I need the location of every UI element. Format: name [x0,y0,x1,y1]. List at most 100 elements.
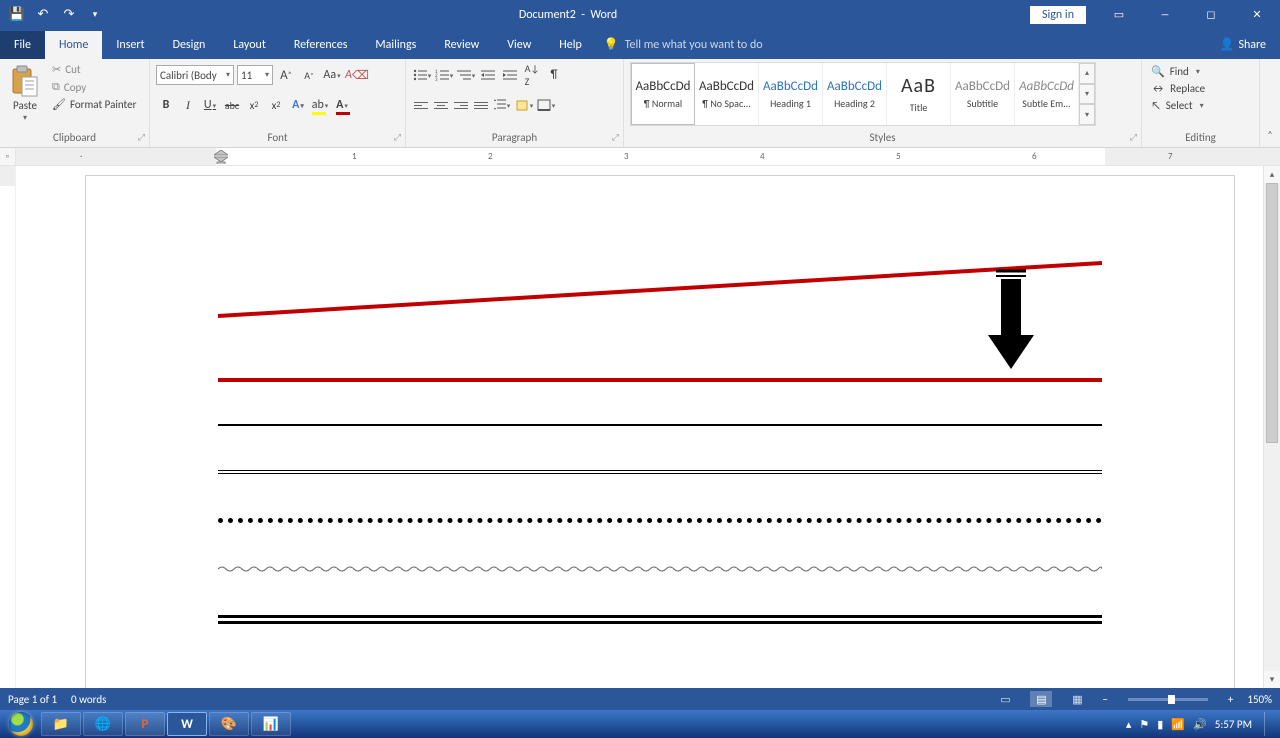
print-layout-icon[interactable]: ▤ [1030,691,1052,707]
find-button[interactable]: 🔍Find▾ [1148,64,1208,79]
signin-button[interactable]: Sign in [1030,6,1086,24]
style-heading2[interactable]: AaBbCcDdHeading 2 [823,63,887,125]
web-layout-icon[interactable]: ▦ [1066,691,1088,707]
style-nospacing[interactable]: AaBbCcDd¶ No Spac... [695,63,759,125]
multilevel-list-button[interactable]: ▾ [456,65,476,85]
tab-mailings[interactable]: Mailings [361,31,430,59]
taskbar-explorer[interactable]: 📁 [41,712,81,736]
style-subtitle[interactable]: AaBbCcDdSubtitle [951,63,1015,125]
tab-layout[interactable]: Layout [219,31,280,59]
page-status[interactable]: Page 1 of 1 [8,693,57,706]
collapse-ribbon-icon[interactable]: ˄ [1260,59,1280,147]
taskbar-chrome[interactable]: 🌐 [83,712,123,736]
clear-formatting-button[interactable]: A⌫ [345,65,369,85]
tell-me[interactable]: 💡 Tell me what you want to do [596,30,771,59]
font-launcher-icon[interactable]: ⤢ [394,132,401,143]
change-case-button[interactable]: Aa▾ [322,65,342,85]
zoom-slider[interactable] [1128,698,1208,701]
font-size-combo[interactable]: 11▾ [237,65,273,85]
shading-button[interactable]: ▾ [514,95,534,115]
tray-expand-icon[interactable]: ▴ [1126,718,1132,731]
styles-launcher-icon[interactable]: ⤢ [1130,132,1137,143]
horizontal-ruler[interactable]: · 1 2 3 4 5 6 7 [16,148,1280,165]
tab-file[interactable]: File [0,31,45,59]
tray-flag-icon[interactable]: ⚑ [1139,718,1149,731]
highlight-button[interactable]: ab▾ [310,95,330,115]
style-normal[interactable]: AaBbCcDd¶ Normal [631,63,695,125]
zoom-out-button[interactable]: − [1102,693,1107,706]
copy-button[interactable]: ⧉Copy [50,79,138,95]
font-color-button[interactable]: A▾ [332,95,352,115]
show-marks-button[interactable]: ¶ [544,65,564,85]
numbering-button[interactable]: 123▾ [434,65,454,85]
tab-help[interactable]: Help [545,31,596,59]
styles-scroll-up-icon[interactable]: ▴ [1079,63,1095,84]
show-desktop-button[interactable] [1264,712,1274,736]
tab-design[interactable]: Design [159,31,220,59]
zoom-level[interactable]: 150% [1247,693,1272,706]
paste-button[interactable]: Paste ▾ [6,62,44,123]
styles-scroll-down-icon[interactable]: ▾ [1079,84,1095,105]
styles-more-icon[interactable]: ▾ [1079,104,1095,125]
taskbar-app2[interactable]: 📊 [251,712,291,736]
style-title[interactable]: AaBTitle [887,63,951,125]
replace-button[interactable]: ↔Replace [1148,81,1208,96]
tray-clock[interactable]: 5:57 PM [1215,718,1252,731]
align-left-button[interactable] [412,96,430,114]
qat-dropdown-icon[interactable]: ▾ [84,4,106,26]
subscript-button[interactable]: x2 [244,95,264,115]
style-heading1[interactable]: AaBbCcDdHeading 1 [759,63,823,125]
ruler-corner[interactable]: ▫ [0,148,16,165]
ribbon-display-icon[interactable]: ▭ [1096,0,1142,29]
align-right-button[interactable] [452,96,470,114]
borders-button[interactable]: ▾ [536,95,556,115]
word-count[interactable]: 0 words [71,693,106,706]
document-viewport[interactable] [16,166,1263,688]
clipboard-launcher-icon[interactable]: ⤢ [138,132,145,143]
tray-network-icon[interactable]: 📶 [1171,718,1185,731]
select-button[interactable]: ↖Select▾ [1148,98,1208,113]
undo-icon[interactable]: ↶ [32,4,54,26]
share-button[interactable]: 👤 Share [1205,30,1280,59]
tab-home[interactable]: Home [45,31,102,59]
underline-button[interactable]: U▾ [200,95,220,115]
italic-button[interactable]: I [178,95,198,115]
taskbar-app1[interactable]: 🎨 [209,712,249,736]
strikethrough-button[interactable]: abc [222,95,242,115]
minimize-button[interactable]: ― [1142,0,1188,29]
cut-button[interactable]: ✂Cut [50,62,138,77]
save-icon[interactable]: 💾 [6,4,28,26]
taskbar-powerpoint[interactable]: P [125,712,165,736]
styles-gallery[interactable]: AaBbCcDd¶ Normal AaBbCcDd¶ No Spac... Aa… [630,62,1096,126]
close-button[interactable]: ✕ [1234,0,1280,29]
tray-battery-icon[interactable]: ▮ [1157,718,1163,731]
font-name-combo[interactable]: Calibri (Body▾ [156,65,234,85]
zoom-in-button[interactable]: + [1228,693,1233,706]
vertical-ruler[interactable] [0,166,16,688]
maximize-button[interactable]: ◻ [1188,0,1234,29]
decrease-indent-button[interactable] [478,65,498,85]
style-subtle-emphasis[interactable]: AaBbCcDdSubtle Em... [1015,63,1079,125]
bold-button[interactable]: B [156,95,176,115]
tab-insert[interactable]: Insert [102,31,158,59]
superscript-button[interactable]: x2 [266,95,286,115]
scroll-down-icon[interactable]: ▾ [1264,671,1280,688]
redo-icon[interactable]: ↷ [58,4,80,26]
scroll-up-icon[interactable]: ▴ [1264,166,1280,183]
paragraph-launcher-icon[interactable]: ⤢ [612,132,619,143]
bullets-button[interactable]: ▾ [412,65,432,85]
taskbar-word[interactable]: W [167,712,207,736]
tab-references[interactable]: References [280,31,362,59]
tray-volume-icon[interactable]: 🔊 [1193,718,1207,731]
text-effects-button[interactable]: A▾ [288,95,308,115]
vertical-scrollbar[interactable]: ▴ ▾ [1263,166,1280,688]
sort-button[interactable]: A↓Z [522,65,542,85]
tab-review[interactable]: Review [430,31,493,59]
read-mode-icon[interactable]: ▭ [994,691,1016,707]
format-painter-button[interactable]: 🖌Format Painter [50,97,138,112]
grow-font-button[interactable]: A˄ [276,65,296,85]
align-center-button[interactable] [432,96,450,114]
increase-indent-button[interactable] [500,65,520,85]
align-justify-button[interactable] [472,96,490,114]
shrink-font-button[interactable]: A˅ [299,65,319,85]
